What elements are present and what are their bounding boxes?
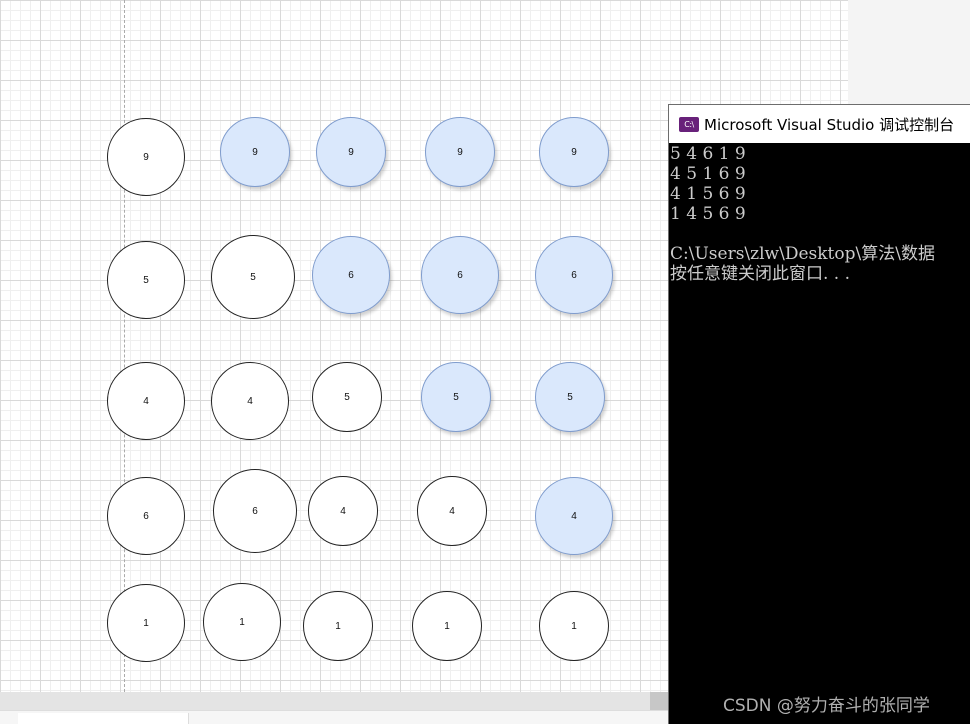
tree-node[interactable]: 4 <box>107 362 185 440</box>
tree-node[interactable]: 4 <box>535 477 613 555</box>
console-line: 按任意键关闭此窗口. . . <box>670 264 851 284</box>
tree-node[interactable]: 5 <box>312 362 382 432</box>
node-label: 6 <box>143 510 149 522</box>
tree-node[interactable]: 5 <box>211 235 295 319</box>
console-line: 1 4 5 6 9 <box>670 204 746 224</box>
tree-node[interactable]: 9 <box>316 117 386 187</box>
tree-node[interactable]: 1 <box>303 591 373 661</box>
node-label: 6 <box>348 269 354 281</box>
node-label: 4 <box>571 510 577 522</box>
node-label: 5 <box>143 274 149 286</box>
console-output[interactable]: 5 4 6 1 9 4 5 1 6 9 4 1 5 6 9 1 4 5 6 9 … <box>670 144 970 684</box>
node-label: 6 <box>252 505 258 517</box>
node-label: 1 <box>239 616 245 628</box>
console-line: 4 1 5 6 9 <box>670 184 746 204</box>
tree-node[interactable]: 4 <box>211 362 289 440</box>
node-label: 4 <box>247 395 253 407</box>
tree-node[interactable]: 5 <box>421 362 491 432</box>
tree-node[interactable]: 6 <box>312 236 390 314</box>
tree-node[interactable]: 9 <box>107 118 185 196</box>
tree-node[interactable]: 4 <box>308 476 378 546</box>
node-label: 9 <box>571 146 577 158</box>
tree-node[interactable]: 6 <box>535 236 613 314</box>
visual-studio-icon: C:\ <box>679 116 699 132</box>
node-label: 4 <box>449 505 455 517</box>
node-label: 6 <box>571 269 577 281</box>
page-tab[interactable] <box>18 713 189 724</box>
node-label: 1 <box>571 620 577 632</box>
tree-node[interactable]: 1 <box>412 591 482 661</box>
node-label: 4 <box>340 505 346 517</box>
console-titlebar[interactable]: C:\ Microsoft Visual Studio 调试控制台 <box>669 105 970 143</box>
console-line: C:\Users\zlw\Desktop\算法\数据 <box>670 244 935 264</box>
tree-node[interactable]: 4 <box>417 476 487 546</box>
debug-console-window[interactable]: C:\ Microsoft Visual Studio 调试控制台 5 4 6 … <box>668 104 970 724</box>
node-label: 1 <box>335 620 341 632</box>
node-label: 1 <box>143 617 149 629</box>
tree-node[interactable]: 5 <box>535 362 605 432</box>
node-label: 5 <box>344 391 350 403</box>
tree-node[interactable]: 6 <box>213 469 297 553</box>
tree-node[interactable]: 9 <box>539 117 609 187</box>
node-label: 5 <box>453 391 459 403</box>
tree-node[interactable]: 6 <box>421 236 499 314</box>
node-label: 5 <box>567 391 573 403</box>
tree-node[interactable]: 1 <box>539 591 609 661</box>
node-label: 9 <box>348 146 354 158</box>
node-label: 1 <box>444 620 450 632</box>
page-tab-bar <box>0 710 668 724</box>
node-label: 4 <box>143 395 149 407</box>
node-label: 6 <box>457 269 463 281</box>
tree-node[interactable]: 5 <box>107 241 185 319</box>
node-label: 5 <box>250 271 256 283</box>
tree-node[interactable]: 9 <box>220 117 290 187</box>
tree-node[interactable]: 1 <box>107 584 185 662</box>
watermark: CSDN @努力奋斗的张同学 <box>723 696 930 716</box>
scrollbar-thumb[interactable] <box>650 692 668 710</box>
console-line: 4 5 1 6 9 <box>670 164 746 184</box>
console-title: Microsoft Visual Studio 调试控制台 <box>704 115 955 134</box>
node-label: 9 <box>252 146 258 158</box>
guide-line <box>124 0 125 692</box>
node-label: 9 <box>457 146 463 158</box>
tree-node[interactable]: 6 <box>107 477 185 555</box>
console-line: 5 4 6 1 9 <box>670 144 746 164</box>
horizontal-scrollbar[interactable] <box>0 692 668 710</box>
tree-node[interactable]: 9 <box>425 117 495 187</box>
tree-node[interactable]: 1 <box>203 583 281 661</box>
node-label: 9 <box>143 151 149 163</box>
